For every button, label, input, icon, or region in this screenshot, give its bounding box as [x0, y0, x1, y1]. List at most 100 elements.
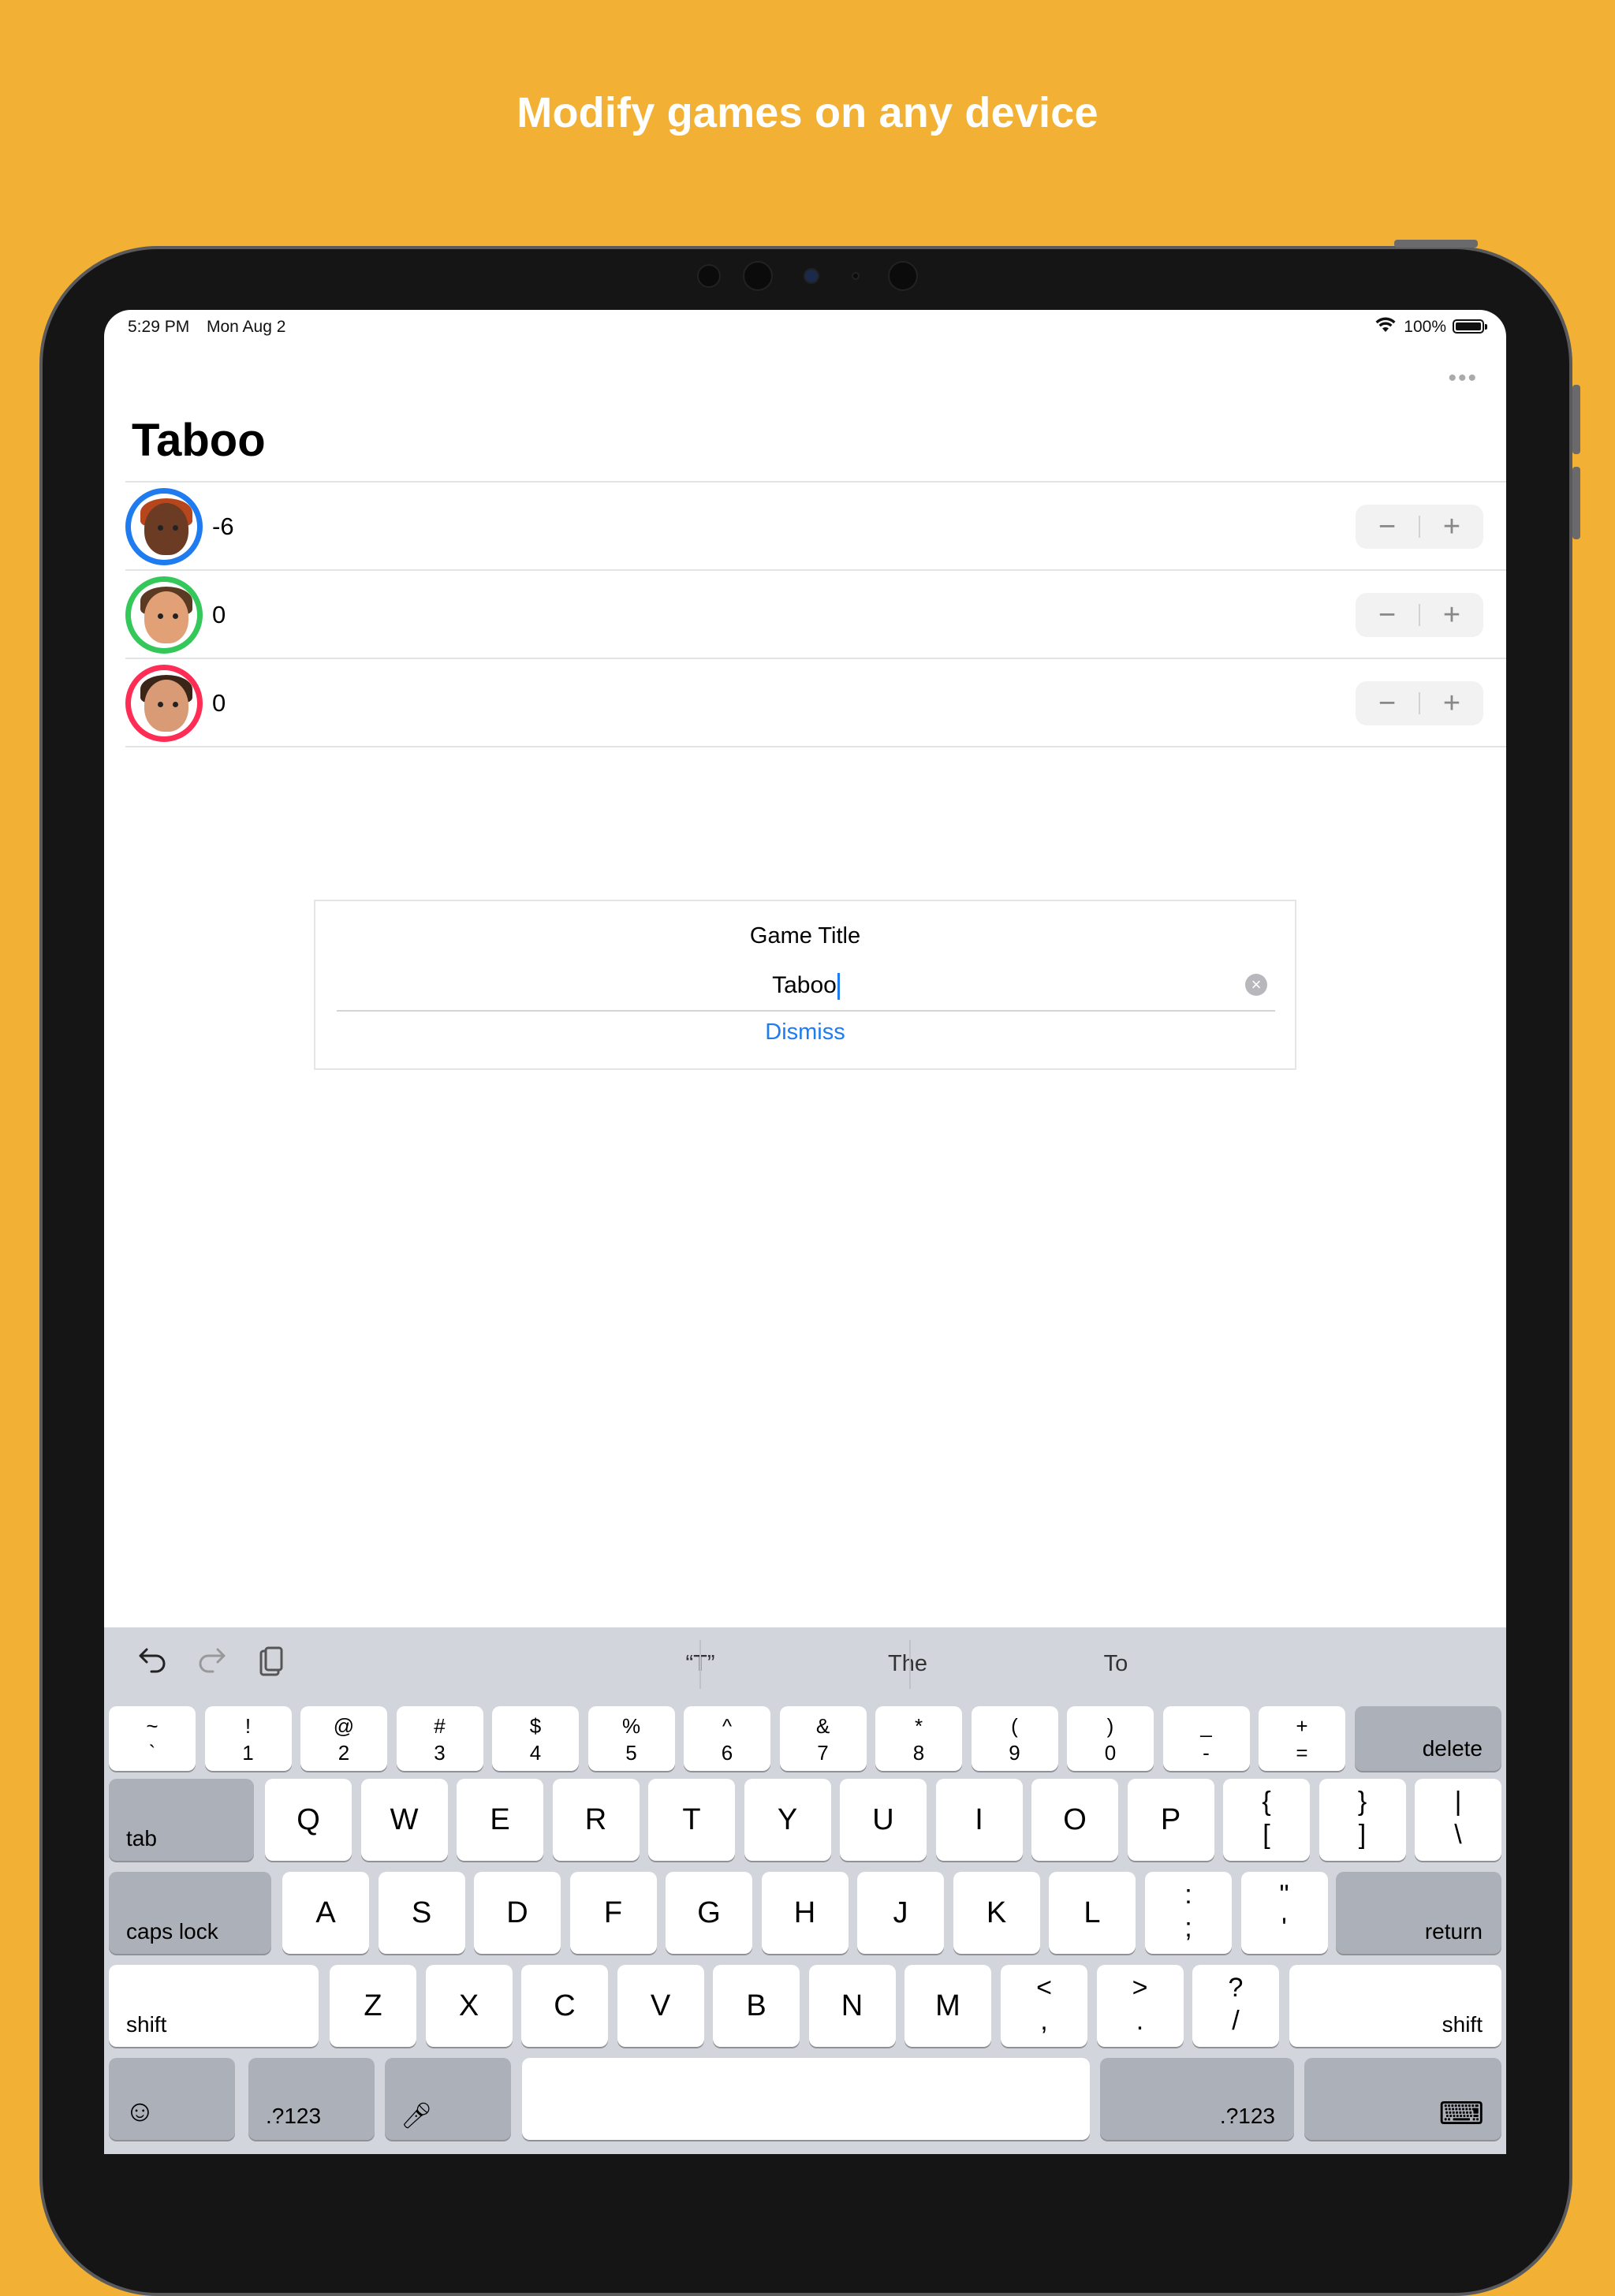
key-j[interactable]: J [857, 1872, 944, 1954]
dismiss-button[interactable]: Dismiss [315, 1019, 1295, 1046]
tab-key[interactable]: tab [109, 1779, 254, 1861]
delete-key[interactable]: delete [1355, 1706, 1501, 1771]
key-f[interactable]: F [569, 1872, 657, 1954]
key-6[interactable]: ^ 6 [684, 1706, 770, 1771]
key-h[interactable]: H [761, 1872, 849, 1954]
key-label: 1 [242, 1741, 254, 1765]
avatar-eye [158, 525, 163, 531]
avatar[interactable] [125, 488, 203, 565]
key-label: W [390, 1803, 419, 1836]
key-k[interactable]: K [953, 1872, 1040, 1954]
key-=[interactable]: + = [1259, 1706, 1345, 1771]
key-label: , [1040, 2006, 1048, 2036]
key-z[interactable]: Z [330, 1965, 416, 2047]
key-s[interactable]: S [378, 1872, 465, 1954]
avatar-eye [173, 702, 178, 707]
numbers-key[interactable]: .?123 [248, 2058, 375, 2140]
key-o[interactable]: O [1031, 1779, 1118, 1861]
key-t[interactable]: T [648, 1779, 735, 1861]
key-c[interactable]: C [521, 1965, 608, 2047]
key-w[interactable]: W [360, 1779, 448, 1861]
undo-icon[interactable] [137, 1646, 167, 1681]
key-v[interactable]: V [617, 1965, 704, 2047]
key-symbol[interactable]: | \ [1415, 1779, 1501, 1861]
shift-key-left[interactable]: shift [109, 1965, 319, 2047]
shift-key-right[interactable]: shift [1289, 1965, 1501, 2047]
key-8[interactable]: * 8 [875, 1706, 962, 1771]
redo-icon[interactable] [197, 1646, 227, 1681]
clear-text-icon[interactable]: × [1245, 974, 1267, 996]
emoji-key[interactable]: ☺ [109, 2058, 235, 2140]
key-l[interactable]: L [1049, 1872, 1136, 1954]
key-5[interactable]: % 5 [587, 1706, 675, 1771]
decrement-button[interactable]: − [1356, 505, 1419, 549]
key-u[interactable]: U [840, 1779, 927, 1861]
key-y[interactable]: Y [744, 1779, 831, 1861]
more-options-icon[interactable]: ••• [1448, 365, 1478, 392]
key-symbol[interactable]: {[ [1223, 1779, 1310, 1861]
key-label: S [411, 1896, 432, 1929]
key-symbol[interactable]: ? / [1192, 1965, 1279, 2047]
key-d[interactable]: D [474, 1872, 561, 1954]
key-shift-label: < [1036, 1973, 1052, 2003]
key-p[interactable]: P [1127, 1779, 1214, 1861]
keyboard: “T” The To ~ `! 1 @2 #3 $4% 5 ^ 6 & 7 * 8(9) 0 _ - + = del… [104, 1627, 1506, 2154]
decrement-button[interactable]: − [1356, 593, 1419, 637]
decrement-button[interactable]: − [1356, 681, 1419, 725]
key-9[interactable]: (9 [971, 1706, 1058, 1771]
key-symbol[interactable]: >. [1096, 1965, 1184, 2047]
key-q[interactable]: Q [265, 1779, 352, 1861]
battery-percent: 100% [1404, 318, 1446, 336]
hide-keyboard-key[interactable]: ⌨ [1304, 2058, 1501, 2140]
avatar[interactable] [125, 665, 203, 742]
delete-label: delete [1422, 1736, 1483, 1761]
key-label: . [1136, 2006, 1144, 2036]
space-bar[interactable] [522, 2058, 1090, 2140]
key-label: J [893, 1896, 908, 1929]
key-r[interactable]: R [552, 1779, 640, 1861]
key-label: K [986, 1896, 1007, 1929]
increment-button[interactable]: + [1420, 505, 1483, 549]
avatar-eye [173, 613, 178, 619]
key-shift-label: ? [1228, 1973, 1244, 2003]
game-title-input[interactable]: Taboo × [337, 960, 1275, 1012]
key-a[interactable]: A [282, 1872, 369, 1954]
key-symbol[interactable]: " ' [1240, 1872, 1328, 1954]
key-n[interactable]: N [808, 1965, 896, 2047]
key-2[interactable]: @2 [300, 1706, 387, 1771]
key-7[interactable]: & 7 [779, 1706, 867, 1771]
suggestion[interactable]: To [1013, 1651, 1218, 1677]
key-3[interactable]: #3 [396, 1706, 483, 1771]
key-label: L [1084, 1896, 1101, 1929]
key-x[interactable]: X [425, 1965, 513, 2047]
return-label: return [1424, 1919, 1483, 1944]
key-1[interactable]: ! 1 [204, 1706, 292, 1771]
increment-button[interactable]: + [1420, 681, 1483, 725]
key-symbol[interactable]: }] [1318, 1779, 1406, 1861]
key-0[interactable]: ) 0 [1067, 1706, 1154, 1771]
key-label: ] [1358, 1820, 1367, 1850]
key--[interactable]: _ - [1162, 1706, 1250, 1771]
key-label: 3 [434, 1741, 446, 1765]
key-b[interactable]: B [713, 1965, 800, 2047]
key-symbol[interactable]: <, [1001, 1965, 1087, 2047]
key-shift-label: | [1454, 1787, 1462, 1817]
key-m[interactable]: M [904, 1965, 991, 2047]
return-key[interactable]: return [1336, 1872, 1501, 1954]
key-g[interactable]: G [666, 1872, 752, 1954]
caps-lock-key[interactable]: caps lock [109, 1872, 271, 1954]
text-caret [837, 973, 840, 1001]
paste-icon[interactable] [259, 1646, 284, 1686]
key-`[interactable]: ~ ` [109, 1706, 196, 1771]
increment-button[interactable]: + [1420, 593, 1483, 637]
key-i[interactable]: I [935, 1779, 1023, 1861]
suggestion[interactable]: The [805, 1651, 1010, 1677]
dictation-key[interactable]: 🎤︎ [385, 2058, 511, 2140]
player-row: 0 − + [125, 569, 1506, 658]
key-e[interactable]: E [457, 1779, 543, 1861]
avatar-eye [173, 525, 178, 531]
key-4[interactable]: $4 [492, 1706, 579, 1771]
key-symbol[interactable]: :; [1145, 1872, 1232, 1954]
numbers-key-right[interactable]: .?123 [1100, 2058, 1294, 2140]
avatar[interactable] [125, 576, 203, 654]
